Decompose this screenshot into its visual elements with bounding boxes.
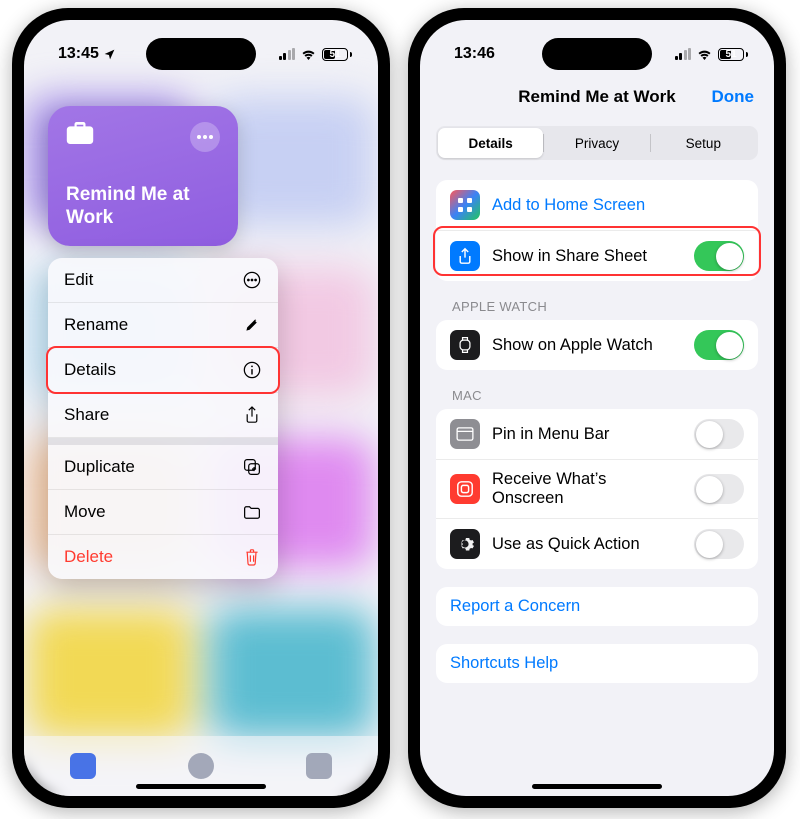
menu-share[interactable]: Share — [48, 393, 278, 438]
location-icon — [103, 48, 116, 61]
wifi-icon — [696, 48, 713, 60]
ellipsis-icon — [197, 135, 213, 139]
briefcase-icon — [66, 122, 94, 144]
menu-edit[interactable]: Edit — [48, 258, 278, 303]
report-label: Report a Concern — [450, 597, 744, 616]
annotation-highlight-details — [46, 346, 280, 394]
tab-setup[interactable]: Setup — [651, 128, 756, 158]
folder-icon — [242, 502, 262, 522]
row-quick-action[interactable]: Use as Quick Action — [436, 519, 758, 569]
home-indicator — [136, 784, 266, 789]
context-menu: Edit Rename Details Share Duplicate Mo — [48, 258, 278, 579]
home-indicator — [532, 784, 662, 789]
nav-bar: Remind Me at Work Done — [420, 74, 774, 120]
row-shortcuts-help[interactable]: Shortcuts Help — [436, 644, 758, 683]
row-apple-watch[interactable]: Show on Apple Watch — [436, 320, 758, 370]
tab-privacy[interactable]: Privacy — [544, 128, 649, 158]
quick-action-label: Use as Quick Action — [492, 535, 682, 554]
apple-watch-icon — [450, 330, 480, 360]
duplicate-icon — [242, 457, 262, 477]
phone-left: 13:45 51 — [12, 8, 390, 808]
pin-menu-label: Pin in Menu Bar — [492, 425, 682, 444]
signal-icon — [675, 48, 692, 60]
menu-delete[interactable]: Delete — [48, 535, 278, 579]
trash-icon — [242, 547, 262, 567]
receive-onscreen-label: Receive What’s Onscreen — [492, 470, 682, 508]
more-button[interactable] — [190, 122, 220, 152]
signal-icon — [279, 48, 296, 60]
toggle-receive-onscreen[interactable] — [694, 474, 744, 504]
toggle-apple-watch[interactable] — [694, 330, 744, 360]
toggle-pin-menu[interactable] — [694, 419, 744, 449]
row-add-home[interactable]: Add to Home Screen — [436, 180, 758, 231]
share-icon — [242, 405, 262, 425]
menu-move[interactable]: Move — [48, 490, 278, 535]
page-title: Remind Me at Work — [518, 87, 675, 107]
dynamic-island — [542, 38, 652, 70]
section-mac-header: Mac — [436, 388, 758, 409]
shortcut-title: Remind Me at Work — [66, 184, 220, 230]
tab-gallery-icon[interactable] — [306, 753, 332, 779]
home-screen-icon — [450, 190, 480, 220]
menu-bar-icon — [450, 419, 480, 449]
battery-indicator: 51 — [322, 48, 352, 61]
tab-details[interactable]: Details — [438, 128, 543, 158]
clock: 13:45 — [58, 45, 99, 63]
menu-duplicate[interactable]: Duplicate — [48, 445, 278, 490]
row-pin-menu[interactable]: Pin in Menu Bar — [436, 409, 758, 460]
wifi-icon — [300, 48, 317, 60]
gear-icon — [450, 529, 480, 559]
onscreen-icon — [450, 474, 480, 504]
annotation-highlight-share-sheet — [433, 226, 761, 276]
segmented-control[interactable]: Details Privacy Setup — [436, 126, 758, 160]
menu-rename[interactable]: Rename — [48, 303, 278, 348]
clock: 13:46 — [454, 45, 495, 63]
tab-shortcuts-icon[interactable] — [70, 753, 96, 779]
row-report-concern[interactable]: Report a Concern — [436, 587, 758, 626]
toggle-quick-action[interactable] — [694, 529, 744, 559]
section-watch-header: Apple Watch — [436, 299, 758, 320]
done-button[interactable]: Done — [712, 87, 755, 107]
help-label: Shortcuts Help — [450, 654, 744, 673]
tab-automation-icon[interactable] — [188, 753, 214, 779]
dynamic-island — [146, 38, 256, 70]
add-home-label: Add to Home Screen — [492, 196, 744, 215]
shortcut-card[interactable]: Remind Me at Work — [48, 106, 238, 246]
ellipsis-circle-icon — [242, 270, 262, 290]
pencil-icon — [242, 315, 262, 335]
row-receive-onscreen[interactable]: Receive What’s Onscreen — [436, 460, 758, 519]
battery-indicator: 51 — [718, 48, 748, 61]
watch-label: Show on Apple Watch — [492, 336, 682, 355]
phone-right: 13:46 51 Remind Me at Work Done Details … — [408, 8, 786, 808]
